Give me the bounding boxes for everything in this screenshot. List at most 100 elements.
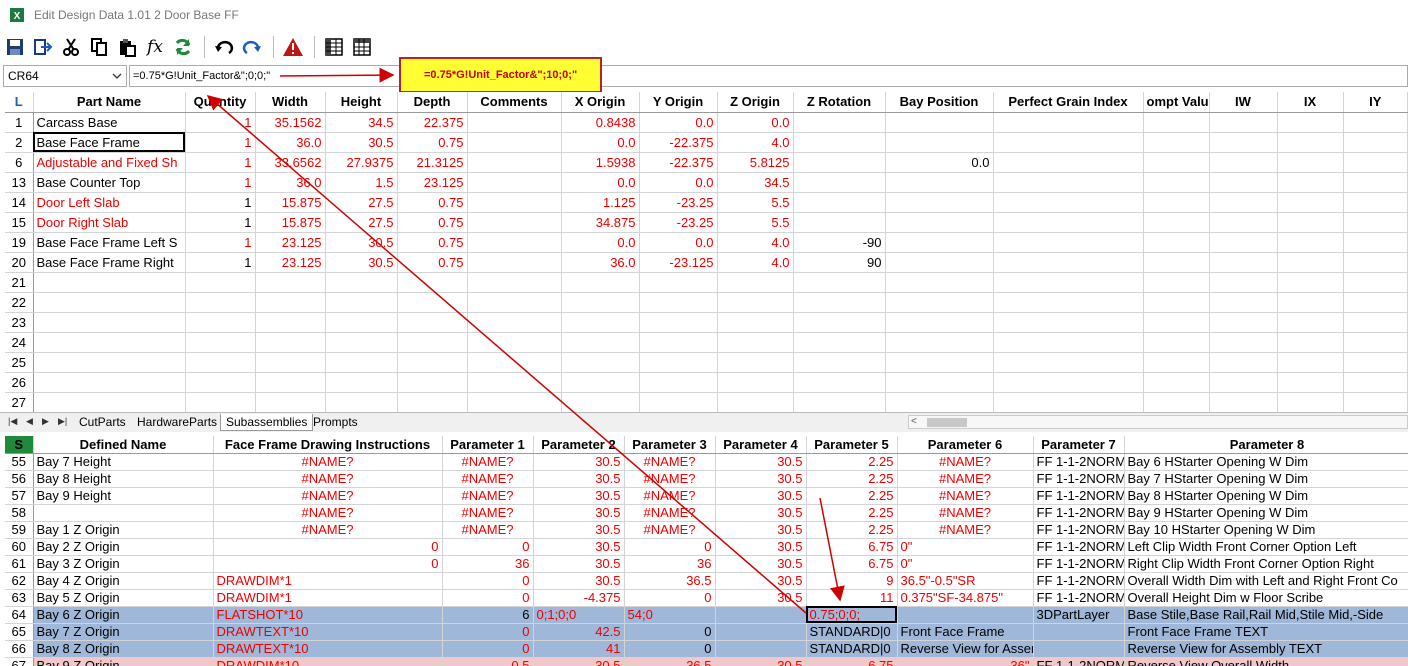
grid-cell[interactable]	[467, 292, 562, 313]
grid-cell[interactable]	[1277, 332, 1344, 353]
grid-cell[interactable]	[1209, 112, 1278, 133]
grid-cell[interactable]	[561, 392, 640, 413]
grid-cell[interactable]	[185, 392, 256, 413]
grid-cell[interactable]	[717, 292, 794, 313]
grid-cell[interactable]	[397, 392, 468, 413]
grid-cell[interactable]	[885, 332, 994, 353]
redo-icon[interactable]	[239, 34, 265, 60]
grid-cell[interactable]	[993, 112, 1144, 133]
grid-cell[interactable]: STANDARD|0	[806, 623, 898, 641]
grid-cell[interactable]	[885, 192, 994, 213]
grid-cell[interactable]: 0	[213, 555, 443, 573]
grid-cell[interactable]: #NAME?	[213, 521, 443, 539]
row-header[interactable]: 20	[5, 252, 34, 273]
grid-cell[interactable]	[639, 392, 718, 413]
grid-cell[interactable]	[255, 352, 326, 373]
grid-cell[interactable]: Bay 3 Z Origin	[33, 555, 214, 573]
grid-cell[interactable]	[793, 152, 886, 173]
row-header[interactable]: 26	[5, 372, 34, 393]
grid-cell[interactable]	[33, 332, 186, 353]
horizontal-scrollbar[interactable]: <	[908, 415, 1408, 429]
grid-cell[interactable]: #NAME?	[624, 453, 716, 471]
grid-cell[interactable]: 30.5	[533, 504, 625, 522]
grid-cell[interactable]	[1209, 192, 1278, 213]
grid-cell[interactable]	[33, 272, 186, 293]
grid-cell[interactable]	[885, 172, 994, 193]
grid-cell[interactable]: Left Clip Width Front Corner Option Left	[1124, 538, 1408, 556]
column-header[interactable]: Face Frame Drawing Instructions	[213, 436, 443, 454]
grid-cell[interactable]: Base Face Frame Right	[33, 252, 186, 273]
grid-cell[interactable]: 5.5	[717, 212, 794, 233]
grid-cell[interactable]: 90	[793, 252, 886, 273]
grid-cell[interactable]: #NAME?	[624, 521, 716, 539]
grid-cell[interactable]	[467, 152, 562, 173]
grid-cell[interactable]: 36	[442, 555, 534, 573]
grid-cell[interactable]: Bay 4 Z Origin	[33, 572, 214, 590]
grid-cell[interactable]	[1209, 312, 1278, 333]
grid-cell[interactable]: Adjustable and Fixed Sh	[33, 152, 186, 173]
grid-cell[interactable]	[467, 392, 562, 413]
grid-cell[interactable]: Overall Height Dim w Floor Scribe	[1124, 589, 1408, 607]
grid-cell[interactable]: #NAME?	[624, 470, 716, 488]
grid-cell[interactable]	[717, 372, 794, 393]
grid-cell[interactable]	[1343, 372, 1408, 393]
grid-cell[interactable]: FF 1-1-2NORM	[1033, 572, 1125, 590]
grid-cell[interactable]: 36	[624, 555, 716, 573]
row-header[interactable]: 62	[5, 572, 34, 590]
grid-cell[interactable]: 27.9375	[325, 152, 398, 173]
grid-cell[interactable]	[1143, 272, 1210, 293]
grid-cell[interactable]	[325, 312, 398, 333]
grid-cell[interactable]: Bay 6 Z Origin	[33, 606, 214, 624]
grid-cell[interactable]	[185, 332, 256, 353]
grid-lines-icon[interactable]	[349, 34, 375, 60]
grid-cell[interactable]: Bay 9 Height	[33, 487, 214, 505]
column-header[interactable]: ompt Valu	[1143, 92, 1210, 113]
grid-cell[interactable]: 0"	[897, 555, 1034, 573]
grid-cell[interactable]	[1209, 292, 1278, 313]
grid-cell[interactable]: Right Clip Width Front Corner Option Rig…	[1124, 555, 1408, 573]
grid-cell[interactable]: 1.5938	[561, 152, 640, 173]
grid-cell[interactable]	[885, 292, 994, 313]
grid-cell[interactable]	[467, 312, 562, 333]
grid-cell[interactable]: 30.5	[533, 521, 625, 539]
grid-cell[interactable]	[1033, 640, 1125, 658]
grid-cell[interactable]: 6.75	[806, 538, 898, 556]
grid-icon[interactable]	[321, 34, 347, 60]
grid-cell[interactable]: #NAME?	[897, 470, 1034, 488]
grid-cell[interactable]	[561, 352, 640, 373]
grid-cell[interactable]: Overall Width Dim with Left and Right Fr…	[1124, 572, 1408, 590]
grid-cell[interactable]	[1143, 192, 1210, 213]
grid-cell[interactable]: 30.5	[325, 252, 398, 273]
grid-cell[interactable]	[1343, 132, 1408, 153]
grid-cell[interactable]: 30.5	[533, 572, 625, 590]
grid-cell[interactable]: #NAME?	[213, 453, 443, 471]
grid-cell[interactable]	[639, 372, 718, 393]
grid-cell[interactable]	[255, 372, 326, 393]
grid-cell[interactable]	[467, 372, 562, 393]
column-header[interactable]: Y Origin	[639, 92, 718, 113]
grid-cell[interactable]	[1343, 192, 1408, 213]
grid-cell[interactable]	[993, 252, 1144, 273]
grid-cell[interactable]	[467, 192, 562, 213]
grid-cell[interactable]: -22.375	[639, 132, 718, 153]
grid-cell[interactable]	[467, 352, 562, 373]
grid-cell[interactable]	[1143, 392, 1210, 413]
grid-cell[interactable]: 4.0	[717, 132, 794, 153]
grid-cell[interactable]	[1343, 252, 1408, 273]
grid-cell[interactable]: #NAME?	[624, 487, 716, 505]
grid-cell[interactable]: #NAME?	[897, 487, 1034, 505]
grid-cell[interactable]: 30.5	[325, 232, 398, 253]
grid-cell[interactable]: 54;0	[624, 606, 716, 624]
grid-cell[interactable]: 23.125	[255, 232, 326, 253]
column-header[interactable]: Z Origin	[717, 92, 794, 113]
grid-cell[interactable]: Bay 2 Z Origin	[33, 538, 214, 556]
grid-cell[interactable]	[467, 172, 562, 193]
grid-cell[interactable]	[1143, 232, 1210, 253]
grid-cell[interactable]: Bay 5 Z Origin	[33, 589, 214, 607]
grid-cell[interactable]	[467, 112, 562, 133]
grid-cell[interactable]: Bay 8 Z Origin	[33, 640, 214, 658]
grid-cell[interactable]	[1343, 392, 1408, 413]
grid-cell[interactable]: 0	[624, 589, 716, 607]
cut-icon[interactable]	[58, 34, 84, 60]
grid-cell[interactable]	[993, 212, 1144, 233]
